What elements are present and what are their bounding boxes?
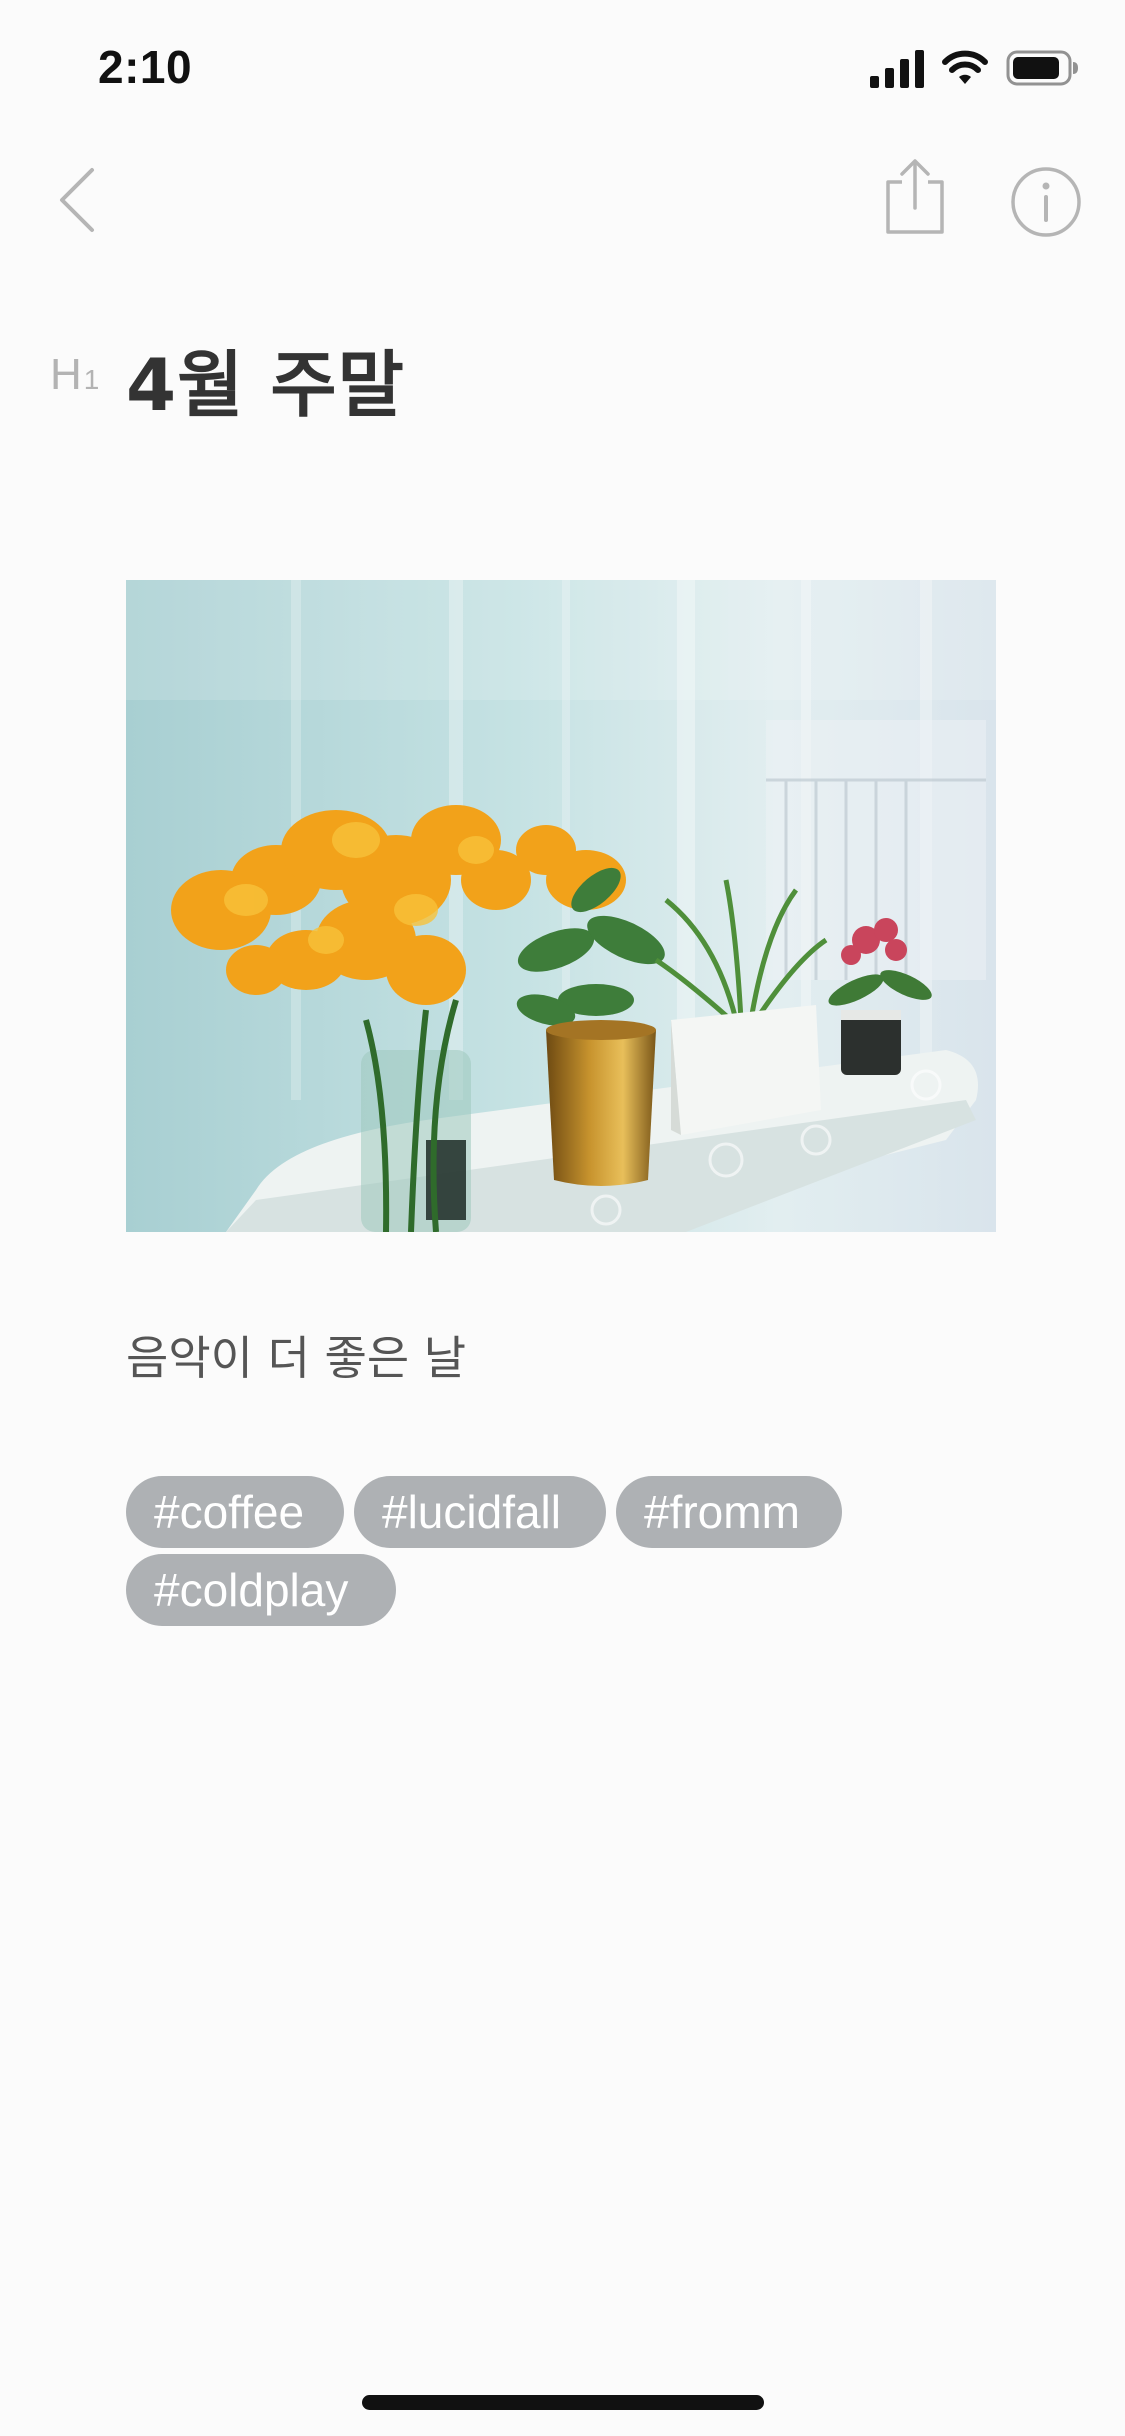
status-bar: 2:10 xyxy=(0,0,1125,132)
flowers-photo-image xyxy=(126,580,996,1232)
status-time: 2:10 xyxy=(98,41,193,93)
tag-chip-lucidfall[interactable]: #lucidfall xyxy=(354,1476,606,1548)
back-button[interactable] xyxy=(48,160,108,240)
heading-level-marker: H1 xyxy=(50,350,99,400)
heading-marker-letter: H xyxy=(50,350,82,399)
share-button[interactable] xyxy=(880,156,950,238)
tag-chip-fromm[interactable]: #fromm xyxy=(616,1476,842,1548)
cellular-signal-icon xyxy=(870,50,924,88)
battery-icon xyxy=(1006,50,1078,86)
info-button[interactable] xyxy=(1008,164,1084,240)
share-icon xyxy=(886,159,944,234)
home-indicator[interactable] xyxy=(362,2395,764,2410)
heading-marker-level: 1 xyxy=(83,364,100,395)
tag-chip-coffee[interactable]: #coffee xyxy=(126,1476,344,1548)
note-photo[interactable] xyxy=(126,580,996,1232)
wifi-icon xyxy=(942,50,988,84)
tag-chip-coldplay[interactable]: #coldplay xyxy=(126,1554,396,1626)
note-title[interactable]: 4월 주말 xyxy=(126,326,405,431)
chevron-left-icon xyxy=(60,168,94,232)
note-body-text[interactable]: 음악이 더 좋은 날 xyxy=(126,1322,466,1388)
status-icons xyxy=(870,48,1080,92)
info-icon xyxy=(1011,167,1081,237)
